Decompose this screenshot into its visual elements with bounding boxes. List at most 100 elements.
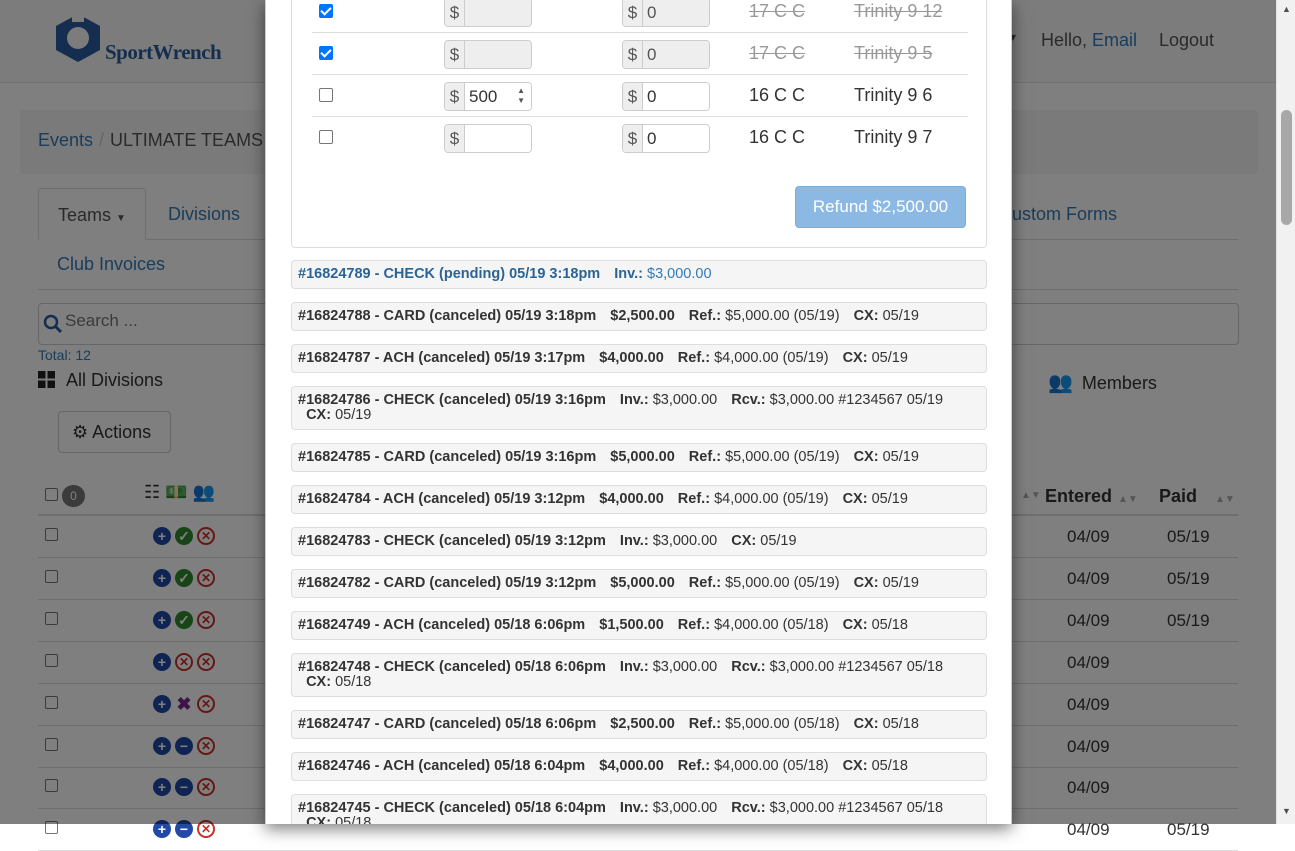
transaction-item[interactable]: #16824787 - ACH (canceled) 05/19 3:17pm … [291, 344, 987, 373]
label: CX: [842, 758, 868, 774]
label: CX: [731, 533, 757, 549]
scroll-up-arrow-icon[interactable]: ▲ [1282, 4, 1291, 14]
value: 05/18 [871, 758, 908, 774]
row-checkbox[interactable] [319, 4, 333, 18]
value: 05/19 [882, 308, 919, 324]
value: 05/18 [335, 674, 372, 690]
refund-amount-input[interactable] [465, 0, 531, 26]
transaction-amount: $2,500.00 [610, 716, 675, 732]
scrollbar-thumb[interactable] [1281, 110, 1292, 225]
value: 05/19 [335, 407, 372, 423]
fee-input[interactable] [643, 0, 709, 26]
transaction-header: #16824783 - CHECK (canceled) 05/19 3:12p… [298, 533, 606, 549]
transaction-amount: $5,000.00 [610, 449, 675, 465]
team-refund-row: $ $ 16 C C Trinity 9 7 [312, 117, 968, 159]
currency-addon: $ [623, 125, 643, 152]
transaction-item[interactable]: #16824746 - ACH (canceled) 05/18 6:04pm … [291, 752, 987, 781]
transaction-amount: $5,000.00 [610, 575, 675, 591]
fee-group: $ [622, 0, 710, 27]
transaction-amount: $4,000.00 [599, 491, 664, 507]
currency-addon: $ [445, 125, 465, 152]
transaction-header: #16824747 - CARD (canceled) 05/18 6:06pm [298, 716, 597, 732]
transaction-item[interactable]: #16824748 - CHECK (canceled) 05/18 6:06p… [291, 653, 987, 697]
label: Ref.: [688, 575, 722, 591]
value: $3,000.00 #1234567 05/18 [769, 659, 944, 675]
page-scrollbar[interactable]: ▲ ▼ [1276, 0, 1295, 824]
label: CX: [306, 815, 332, 825]
fee-group: $ [622, 124, 710, 153]
transaction-header: #16824748 - CHECK (canceled) 05/18 6:06p… [298, 659, 606, 675]
value: 05/18 [882, 716, 919, 732]
value: $3,000.00 [647, 266, 712, 282]
transaction-header: #16824782 - CARD (canceled) 05/19 3:12pm [298, 575, 597, 591]
currency-addon: $ [623, 0, 643, 26]
label: CX: [306, 674, 332, 690]
refund-amount-input[interactable] [465, 125, 531, 152]
value: $4,000.00 (05/18) [714, 617, 829, 633]
transaction-item[interactable]: #16824785 - CARD (canceled) 05/19 3:16pm… [291, 443, 987, 472]
label: Ref.: [688, 449, 722, 465]
label: CX: [842, 350, 868, 366]
value: $5,000.00 (05/19) [725, 575, 840, 591]
refund-button[interactable]: Refund $2,500.00 [795, 186, 966, 228]
transaction-item[interactable]: #16824788 - CARD (canceled) 05/19 3:18pm… [291, 302, 987, 331]
team-refund-row: $ $ 17 C C Trinity 9 5 [312, 33, 968, 75]
value: $4,000.00 (05/18) [714, 758, 829, 774]
club-code: 16 C C [749, 127, 806, 147]
team-name: Trinity 9 7 [854, 127, 933, 147]
fee-input[interactable] [643, 41, 709, 68]
label: Ref.: [677, 350, 711, 366]
transaction-item[interactable]: #16824789 - CHECK (pending) 05/19 3:18pm… [291, 260, 987, 289]
refund-amount-group: $ [444, 40, 532, 69]
label: CX: [853, 449, 879, 465]
value: $5,000.00 (05/19) [725, 308, 840, 324]
scroll-down-arrow-icon[interactable]: ▼ [1282, 806, 1291, 816]
value: $3,000.00 [652, 800, 718, 816]
fee-input[interactable] [643, 125, 709, 152]
number-spinner-icon[interactable]: ▲ ▼ [517, 86, 525, 106]
transaction-header: #16824785 - CARD (canceled) 05/19 3:16pm [298, 449, 597, 465]
label: CX: [853, 308, 879, 324]
row-checkbox[interactable] [319, 88, 333, 102]
fee-group: $ [622, 40, 710, 69]
transaction-item[interactable]: #16824745 - CHECK (canceled) 05/18 6:04p… [291, 794, 987, 824]
transaction-amount: $4,000.00 [599, 350, 664, 366]
value: $3,000.00 [652, 659, 718, 675]
label: Ref.: [677, 491, 711, 507]
club-code: 16 C C [749, 85, 806, 105]
currency-addon: $ [445, 0, 465, 26]
label: Inv.: [619, 533, 649, 549]
transaction-item[interactable]: #16824784 - ACH (canceled) 05/19 3:12pm … [291, 485, 987, 514]
transaction-header: #16824749 - ACH (canceled) 05/18 6:06pm [298, 617, 586, 633]
transaction-item[interactable]: #16824783 - CHECK (canceled) 05/19 3:12p… [291, 527, 987, 556]
currency-addon: $ [623, 83, 643, 110]
fee-group: $ [622, 82, 710, 111]
transaction-header: #16824746 - ACH (canceled) 05/18 6:04pm [298, 758, 586, 774]
transaction-item[interactable]: #16824747 - CARD (canceled) 05/18 6:06pm… [291, 710, 987, 739]
fee-input[interactable] [643, 83, 709, 110]
team-refund-row: $ $ 17 C C Trinity 9 12 [312, 0, 968, 33]
label: CX: [853, 716, 879, 732]
value: 05/19 [871, 350, 908, 366]
label: Rcv.: [731, 392, 766, 408]
transaction-amount: $2,500.00 [610, 308, 675, 324]
refund-amount-input[interactable] [465, 41, 531, 68]
transaction-amount: $4,000.00 [599, 758, 664, 774]
row-checkbox[interactable] [319, 130, 333, 144]
value: $4,000.00 (05/19) [714, 350, 829, 366]
refund-amount-group: $ [444, 124, 532, 153]
transaction-item[interactable]: #16824749 - ACH (canceled) 05/18 6:06pm … [291, 611, 987, 640]
currency-addon: $ [445, 41, 465, 68]
team-name: Trinity 9 5 [854, 43, 933, 63]
refund-panel: $ $ 17 C C Trinity 9 12 $ $ 17 C C Trini… [291, 0, 987, 248]
transaction-header: #16824745 - CHECK (canceled) 05/18 6:04p… [298, 800, 606, 816]
team-name: Trinity 9 12 [854, 1, 943, 21]
refund-amount-group: $ [444, 0, 532, 27]
row-checkbox[interactable] [319, 46, 333, 60]
value: $5,000.00 (05/18) [725, 716, 840, 732]
payments-modal: $ $ 17 C C Trinity 9 12 $ $ 17 C C Trini… [265, 0, 1012, 824]
transaction-item[interactable]: #16824782 - CARD (canceled) 05/19 3:12pm… [291, 569, 987, 598]
value: 05/19 [882, 449, 919, 465]
transaction-item[interactable]: #16824786 - CHECK (canceled) 05/19 3:16p… [291, 386, 987, 430]
label: Ref.: [677, 617, 711, 633]
